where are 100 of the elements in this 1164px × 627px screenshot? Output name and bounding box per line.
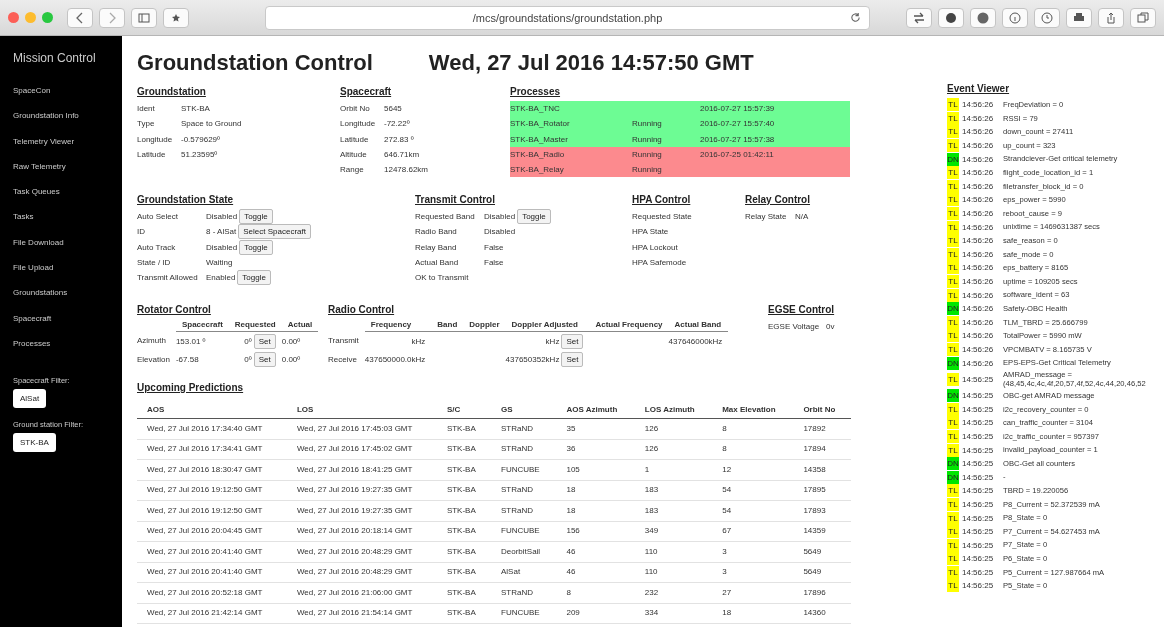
- action-button[interactable]: Toggle: [517, 209, 551, 225]
- sidebar-button[interactable]: [131, 7, 157, 28]
- event-tag: TL: [947, 98, 959, 112]
- sidebar-icon: [138, 11, 150, 24]
- table-cell: STRaND: [491, 582, 557, 603]
- process-name: STK-BA_TNC: [510, 104, 561, 114]
- table-cell: 8: [556, 582, 635, 603]
- field-label: Ident: [137, 104, 156, 114]
- table-cell: Wed, 27 Jul 2016 21:06:00 GMT: [286, 582, 437, 603]
- action-button[interactable]: Toggle: [239, 239, 273, 255]
- column-header: Max Elevation: [712, 401, 794, 419]
- event-time: 14:56:26: [962, 277, 995, 286]
- table-cell: 334: [634, 603, 713, 624]
- share-button[interactable]: [1098, 7, 1124, 28]
- table-cell: 0.00º: [281, 331, 319, 350]
- table-cell: 153.01 º: [175, 331, 229, 350]
- info-button[interactable]: [1002, 7, 1028, 28]
- nav-link[interactable]: SpaceCon: [13, 86, 122, 112]
- process-name: STK-BA_Relay: [510, 165, 565, 175]
- nav-link[interactable]: File Upload: [13, 263, 122, 289]
- filter-button[interactable]: AlSat: [13, 389, 47, 409]
- set-button[interactable]: Set: [253, 333, 276, 349]
- event-time: 14:56:26: [962, 141, 995, 151]
- section-heading: EGSE Control: [768, 304, 835, 315]
- table-cell: 110: [634, 541, 713, 562]
- swap-button[interactable]: [906, 7, 932, 28]
- nav-link[interactable]: Task Queues: [13, 187, 122, 213]
- table-cell: Wed, 27 Jul 2016 17:45:02 GMT: [286, 439, 437, 460]
- event-time: 14:56:25: [962, 554, 995, 564]
- field-label: Actual Band: [415, 258, 460, 268]
- table-cell: STK-BA: [436, 603, 491, 624]
- table-cell: 3: [712, 541, 794, 562]
- section-heading: HPA Control: [632, 194, 691, 205]
- tabs-button[interactable]: [1130, 7, 1156, 28]
- section-heading: Upcoming Predictions: [137, 382, 244, 393]
- set-button[interactable]: Set: [561, 333, 584, 349]
- table-cell: 126: [634, 418, 713, 439]
- table-cell: Wed, 27 Jul 2016 18:41:25 GMT: [286, 459, 437, 480]
- column-header: Actual: [281, 319, 319, 332]
- ad-block-button[interactable]: [970, 7, 996, 28]
- nav-link[interactable]: Groundstation Info: [13, 111, 122, 137]
- table-cell: FUNCUBE: [491, 603, 557, 624]
- table-cell: 17892: [793, 418, 851, 439]
- event-time: 14:56:25: [962, 445, 995, 455]
- back-button[interactable]: [67, 7, 93, 28]
- event-tag: TL: [947, 525, 959, 539]
- table-cell: 17893: [793, 500, 851, 521]
- field-value: Disabled: [484, 212, 516, 222]
- row-label: Azimuth: [137, 331, 176, 350]
- nav-link[interactable]: Tasks: [13, 212, 122, 238]
- event-tag: TL: [947, 166, 959, 180]
- action-button[interactable]: Toggle: [237, 270, 271, 286]
- close-icon[interactable]: [8, 12, 19, 23]
- table-cell: Wed, 27 Jul 2016 20:41:40 GMT: [137, 541, 287, 562]
- field-label: Altitude: [340, 150, 368, 160]
- column-header: Doppler: [463, 319, 506, 332]
- nav-link[interactable]: Raw Telemetry: [13, 161, 122, 188]
- nav-link[interactable]: Groundstations: [13, 288, 122, 314]
- set-button[interactable]: Set: [561, 351, 584, 367]
- event-time: 14:56:26: [962, 249, 995, 259]
- action-button[interactable]: Toggle: [239, 209, 273, 225]
- field-value: -0.579629º: [181, 134, 220, 144]
- set-button[interactable]: Set: [253, 351, 276, 367]
- table-cell: STK-BA: [436, 418, 491, 439]
- filter-button[interactable]: STK-BA: [13, 433, 56, 453]
- shield-button[interactable]: [938, 7, 964, 28]
- nav-link[interactable]: Telemetry Viewer: [13, 136, 122, 162]
- event-tag: TL: [947, 497, 959, 511]
- table-cell: Wed, 27 Jul 2016 18:30:47 GMT: [137, 459, 287, 480]
- table-cell: AlSat: [491, 562, 557, 583]
- action-button[interactable]: Select Spacecraft: [238, 224, 311, 240]
- event-time: 14:56:25: [962, 581, 995, 591]
- nav-link[interactable]: Processes: [13, 338, 122, 365]
- nav-link[interactable]: Spacecraft: [13, 313, 122, 339]
- reload-icon[interactable]: [850, 11, 861, 23]
- column-header: Spacecraft: [175, 319, 229, 332]
- table-cell: 437646000kHz: [668, 336, 723, 346]
- event-time: 14:56:25: [962, 567, 995, 577]
- nav-link[interactable]: File Download: [13, 237, 122, 264]
- event-time: 14:56:25: [962, 418, 995, 428]
- table-cell: Wed, 27 Jul 2016 20:48:29 GMT: [286, 541, 437, 562]
- bookmarks-button[interactable]: [163, 7, 189, 28]
- address-bar[interactable]: /mcs/groundstations/groundstation.php: [265, 5, 870, 30]
- field-label: HPA Safemode: [632, 258, 688, 268]
- event-time: 14:56:25: [962, 431, 995, 441]
- table-cell: 8: [712, 439, 794, 460]
- table-cell: FUNCUBE: [491, 521, 557, 542]
- field-label: Latitude: [340, 134, 370, 144]
- event-time: 14:56:26: [962, 154, 995, 164]
- print-button[interactable]: [1066, 7, 1092, 28]
- event-time: 14:56:26: [962, 113, 995, 123]
- table-cell: 349: [634, 521, 713, 542]
- swap-icon: [913, 11, 925, 24]
- table-cell: 437650352kHz: [505, 354, 560, 364]
- event-tag: DN: [947, 302, 959, 316]
- event-time: 14:56:25: [962, 472, 995, 482]
- table-cell: 183: [634, 500, 713, 521]
- table-cell: STRaND: [491, 418, 557, 439]
- clock-button[interactable]: [1034, 7, 1060, 28]
- field-value: Disabled: [484, 227, 516, 237]
